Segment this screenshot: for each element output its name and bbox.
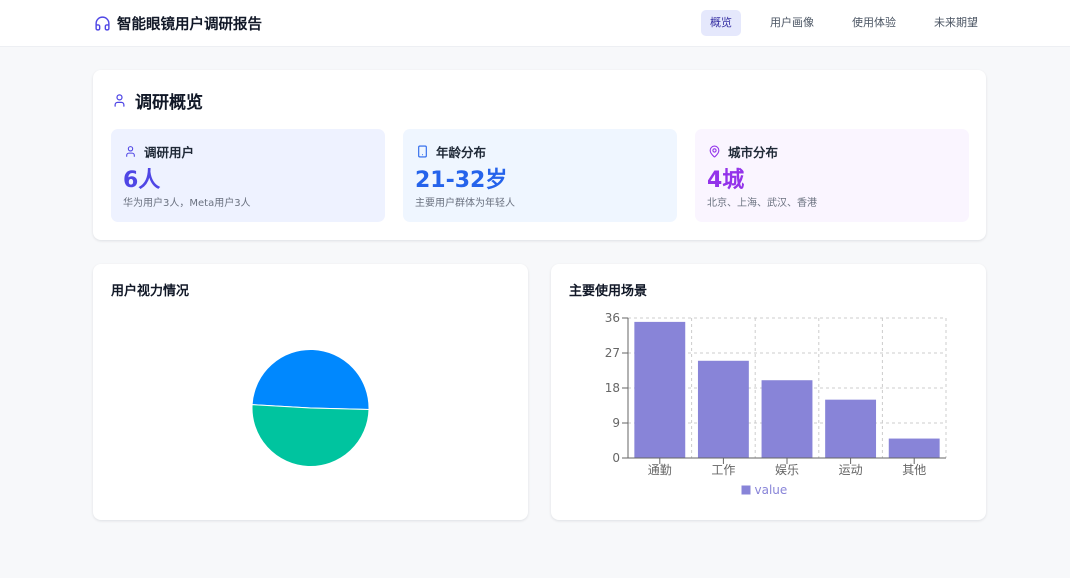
stat-label: 调研用户: [144, 144, 195, 160]
stat-value: 4城: [707, 168, 745, 193]
x-tick-label: 运动: [839, 463, 863, 477]
overview-header: 调研概览: [112, 89, 203, 113]
y-tick-label: 0: [612, 451, 620, 465]
nav-tab-user-profile[interactable]: 用户画像: [761, 10, 823, 36]
y-tick-label: 36: [605, 311, 620, 325]
nav-tab-experience[interactable]: 使用体验: [843, 10, 905, 36]
vision-pie-chart: [251, 349, 370, 467]
legend-swatch: [741, 485, 751, 495]
y-tick-label: 18: [605, 381, 620, 395]
user-icon: [112, 93, 127, 108]
scenario-bar: [825, 399, 877, 458]
stat-note: 华为用户3人，Meta用户3人: [123, 198, 251, 209]
stat-card-cities: 城市分布 4城 北京、上海、武汉、香港: [695, 129, 969, 222]
scenario-bar: [634, 321, 686, 458]
stat-header: 年龄分布: [416, 143, 487, 160]
stat-cards: 调研用户 6人 华为用户3人，Meta用户3人 年龄分布 21-32岁 主要用户…: [111, 129, 969, 222]
x-tick-label: 工作: [711, 463, 735, 477]
nav-tab-overview[interactable]: 概览: [701, 10, 741, 36]
y-tick-label: 9: [612, 416, 620, 430]
pie-slice: [251, 404, 370, 467]
x-tick-label: 通勤: [648, 463, 672, 477]
headphones-icon: [94, 15, 111, 32]
x-tick-label: 其他: [902, 463, 926, 477]
user-icon: [124, 145, 137, 158]
scenario-bar-chart: 0 9 18 27 36 通勤 工作 娱乐 运动 其他 value: [605, 311, 947, 497]
stat-card-users: 调研用户 6人 华为用户3人，Meta用户3人: [111, 129, 385, 222]
top-nav: 概览 用户画像 使用体验 未来期望: [701, 10, 987, 36]
vision-chart-card: 用户视力情况: [93, 264, 528, 520]
overview-card: 调研概览 调研用户 6人 华为用户3人，Meta用户3人 年龄分布 21-32岁…: [93, 70, 986, 240]
scenario-bar: [761, 380, 813, 458]
stat-label: 年龄分布: [436, 144, 487, 160]
legend-label: value: [755, 483, 788, 497]
top-header: 智能眼镜用户调研报告 概览 用户画像 使用体验 未来期望: [0, 0, 1070, 47]
stat-card-age: 年龄分布 21-32岁 主要用户群体为年轻人: [403, 129, 677, 222]
stat-value: 6人: [123, 168, 161, 193]
scenario-bar: [697, 360, 749, 458]
section-title: 调研概览: [135, 92, 203, 113]
app-title: 智能眼镜用户调研报告: [117, 17, 262, 33]
map-pin-icon: [708, 145, 721, 158]
stat-value: 21-32岁: [415, 168, 508, 193]
stat-header: 城市分布: [708, 143, 779, 160]
stat-label: 城市分布: [728, 144, 779, 160]
smartphone-icon: [416, 145, 429, 158]
nav-tab-future[interactable]: 未来期望: [925, 10, 987, 36]
y-tick-label: 27: [605, 346, 620, 360]
scenario-chart-card: 主要使用场景 0 9 18 27 36 通勤 工作 娱乐 运动 其他 value: [551, 264, 986, 520]
pie-slice: [251, 349, 370, 411]
stat-header: 调研用户: [124, 143, 195, 160]
x-tick-label: 娱乐: [775, 463, 799, 477]
chart-title: 用户视力情况: [111, 284, 190, 299]
brand: 智能眼镜用户调研报告: [94, 0, 262, 47]
chart-title: 主要使用场景: [569, 284, 648, 299]
stat-note: 主要用户群体为年轻人: [415, 198, 515, 209]
scenario-bar: [888, 438, 940, 458]
stat-note: 北京、上海、武汉、香港: [707, 198, 817, 209]
